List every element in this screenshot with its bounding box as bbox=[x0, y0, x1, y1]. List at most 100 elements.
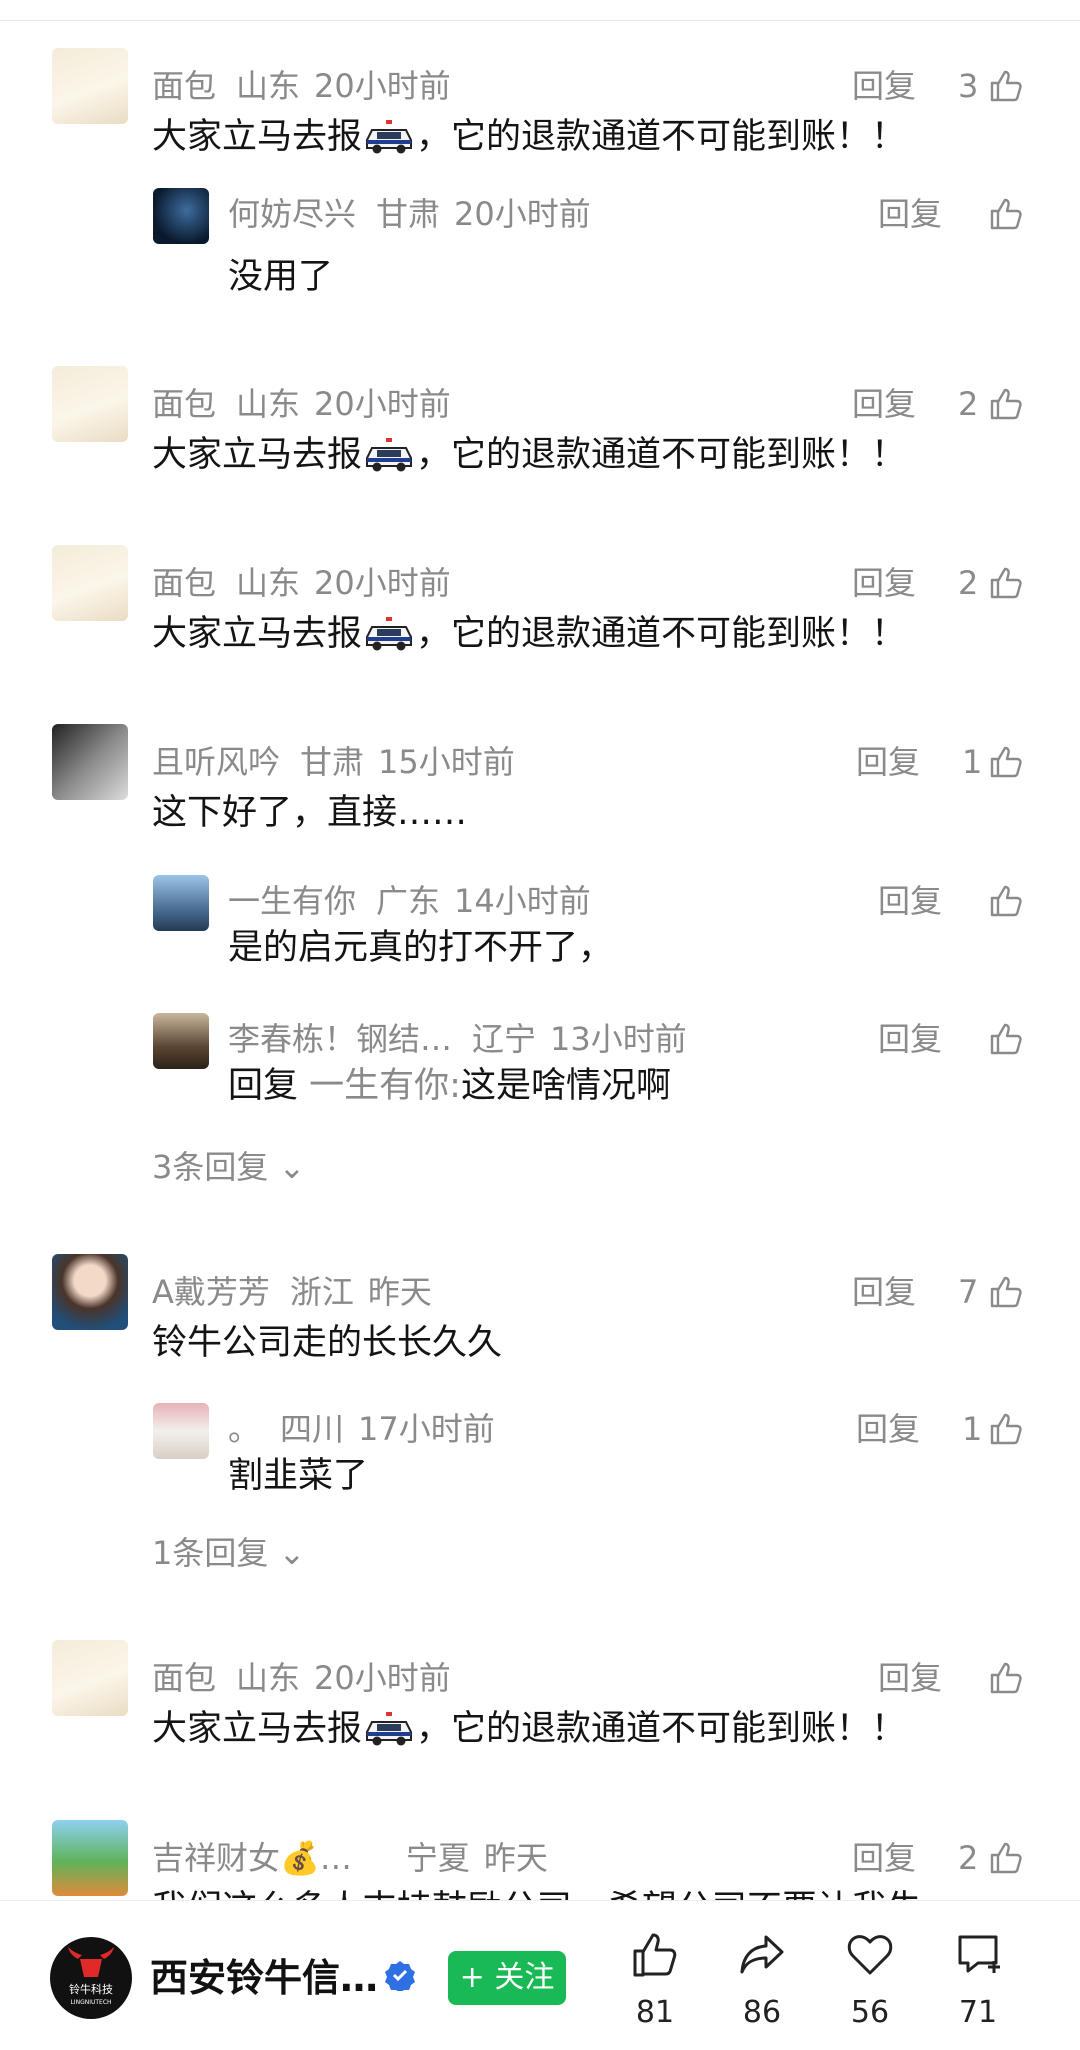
like-total: 81 bbox=[635, 1995, 675, 2030]
comment-text: 这下好了，直接…… bbox=[152, 793, 468, 833]
avatar[interactable] bbox=[153, 1403, 209, 1459]
comment-meta: 何妨尽兴 甘肃 20小时前 bbox=[228, 176, 605, 252]
thumbs-up-icon[interactable] bbox=[988, 68, 1024, 104]
thumbs-up-icon[interactable] bbox=[988, 1660, 1024, 1696]
reply-button[interactable]: 回复 bbox=[852, 1254, 916, 1330]
comment-total: 71 bbox=[958, 1995, 998, 2030]
like-count: 3 bbox=[958, 67, 979, 105]
thumbs-up-icon[interactable] bbox=[988, 196, 1024, 232]
avatar[interactable] bbox=[52, 1254, 128, 1330]
thumbs-up-icon[interactable] bbox=[988, 744, 1024, 780]
comment-text: 大家立马去报 ，它的退款通道不可能到账！！ bbox=[152, 117, 907, 157]
avatar[interactable] bbox=[52, 366, 128, 442]
follow-button[interactable]: + 关注 bbox=[448, 1951, 566, 2005]
heart-icon bbox=[847, 1935, 893, 1975]
bull-logo-icon: 铃牛科技 LINGNIUTECH bbox=[68, 1947, 114, 2006]
expand-replies-button[interactable]: 1条回复 ⌄ bbox=[152, 1528, 305, 1574]
username[interactable]: 吉祥财女💰… bbox=[152, 1839, 352, 1877]
chevron-down-icon: ⌄ bbox=[278, 1148, 306, 1186]
username[interactable]: 何妨尽兴 bbox=[228, 195, 356, 233]
thumbs-up-icon[interactable] bbox=[988, 565, 1024, 601]
top-divider bbox=[0, 20, 1080, 21]
location: 山东 bbox=[236, 67, 301, 105]
police-car-icon bbox=[364, 615, 414, 651]
reply-button[interactable]: 回复 bbox=[856, 724, 920, 800]
username[interactable]: 面包 bbox=[152, 385, 216, 423]
reply-button[interactable]: 回复 bbox=[856, 1391, 920, 1467]
username[interactable]: 一生有你 bbox=[228, 882, 356, 920]
thumbs-up-icon[interactable] bbox=[988, 386, 1024, 422]
thumbs-up-icon[interactable] bbox=[988, 883, 1024, 919]
avatar[interactable] bbox=[52, 48, 128, 124]
timestamp: 20小时前 bbox=[314, 1659, 451, 1697]
location: 四川 bbox=[280, 1410, 345, 1448]
comment-action[interactable]: 71 bbox=[938, 1921, 1018, 2030]
timestamp: 13小时前 bbox=[550, 1020, 687, 1058]
avatar[interactable] bbox=[153, 188, 209, 244]
like-count: 7 bbox=[958, 1273, 979, 1311]
location: 山东 bbox=[236, 385, 301, 423]
comment-add-icon bbox=[958, 1935, 1000, 1973]
reply-prefix: 回复 bbox=[228, 1066, 299, 1106]
username[interactable]: 且听风吟 bbox=[152, 743, 280, 781]
reply-button[interactable]: 回复 bbox=[878, 176, 942, 252]
avatar[interactable] bbox=[153, 1013, 209, 1069]
thumbs-up-icon[interactable] bbox=[988, 1840, 1024, 1876]
like-action[interactable]: 81 bbox=[615, 1921, 695, 2030]
bottom-action-bar: 铃牛科技 LINGNIUTECH 西安铃牛信… + 关注 81 86 56 71 bbox=[0, 1900, 1080, 2050]
username[interactable]: 面包 bbox=[152, 67, 216, 105]
comment-text: 大家立马去报 ，它的退款通道不可能到账！！ bbox=[152, 435, 907, 475]
comment-text: 大家立马去报 ，它的退款通道不可能到账！！ bbox=[152, 1709, 907, 1749]
comment-text: 大家立马去报 ，它的退款通道不可能到账！！ bbox=[152, 614, 907, 654]
username[interactable]: 李春栋！钢结… bbox=[228, 1020, 452, 1058]
avatar[interactable] bbox=[52, 545, 128, 621]
reply-button[interactable]: 回复 bbox=[878, 1001, 942, 1077]
avatar[interactable] bbox=[52, 724, 128, 800]
svg-text:铃牛科技: 铃牛科技 bbox=[69, 1982, 113, 1996]
comment-item[interactable]: 吉祥财女💰…宁夏昨天 回复 2 我们这么多人支持鼓励公司，希望公司不要让我失 bbox=[0, 1820, 1080, 1900]
timestamp: 20小时前 bbox=[314, 564, 451, 602]
location: 浙江 bbox=[289, 1273, 354, 1311]
account-logo[interactable]: 铃牛科技 LINGNIUTECH bbox=[50, 1937, 132, 2019]
thumbs-up-icon[interactable] bbox=[988, 1274, 1024, 1310]
avatar[interactable] bbox=[52, 1820, 128, 1896]
avatar[interactable] bbox=[153, 875, 209, 931]
expand-replies-button[interactable]: 3条回复 ⌄ bbox=[152, 1142, 305, 1188]
account-name[interactable]: 西安铃牛信… bbox=[150, 1947, 378, 2002]
favorite-total: 56 bbox=[850, 1995, 890, 2030]
comment-text: 割韭菜了 bbox=[228, 1456, 369, 1496]
like-count: 1 bbox=[962, 1410, 983, 1448]
location: 山东 bbox=[236, 564, 301, 602]
timestamp: 17小时前 bbox=[358, 1410, 495, 1448]
like-count: 2 bbox=[958, 1839, 979, 1877]
timestamp: 20小时前 bbox=[314, 67, 451, 105]
timestamp: 15小时前 bbox=[378, 743, 515, 781]
like-count: 2 bbox=[958, 564, 979, 602]
comment-text: 回复 一生有你:这是啥情况啊 bbox=[228, 1066, 671, 1106]
thumbs-up-icon[interactable] bbox=[988, 1411, 1024, 1447]
like-count: 1 bbox=[962, 743, 983, 781]
timestamp: 20小时前 bbox=[314, 385, 451, 423]
share-total: 86 bbox=[742, 1995, 782, 2030]
location: 广东 bbox=[376, 882, 441, 920]
favorite-action[interactable]: 56 bbox=[830, 1921, 910, 2030]
chevron-down-icon: ⌄ bbox=[278, 1534, 306, 1572]
location: 辽宁 bbox=[472, 1020, 537, 1058]
location: 山东 bbox=[236, 1659, 301, 1697]
avatar[interactable] bbox=[52, 1640, 128, 1716]
thumbs-up-icon bbox=[633, 1933, 677, 1977]
location: 宁夏 bbox=[405, 1839, 470, 1877]
share-action[interactable]: 86 bbox=[722, 1921, 802, 2030]
username[interactable]: 面包 bbox=[152, 564, 216, 602]
username[interactable]: 。 bbox=[228, 1410, 260, 1448]
timestamp: 昨天 bbox=[367, 1273, 432, 1311]
reply-button[interactable]: 回复 bbox=[878, 863, 942, 939]
username[interactable]: 面包 bbox=[152, 1659, 216, 1697]
comment-text: 没用了 bbox=[228, 257, 334, 297]
comment-text: 是的启元真的打不开了， bbox=[228, 928, 614, 968]
reply-to-user[interactable]: 一生有你: bbox=[309, 1066, 461, 1106]
verified-badge-icon bbox=[385, 1961, 415, 1991]
share-icon bbox=[740, 1935, 784, 1974]
username[interactable]: A戴芳芳 bbox=[152, 1273, 270, 1311]
thumbs-up-icon[interactable] bbox=[988, 1021, 1024, 1057]
